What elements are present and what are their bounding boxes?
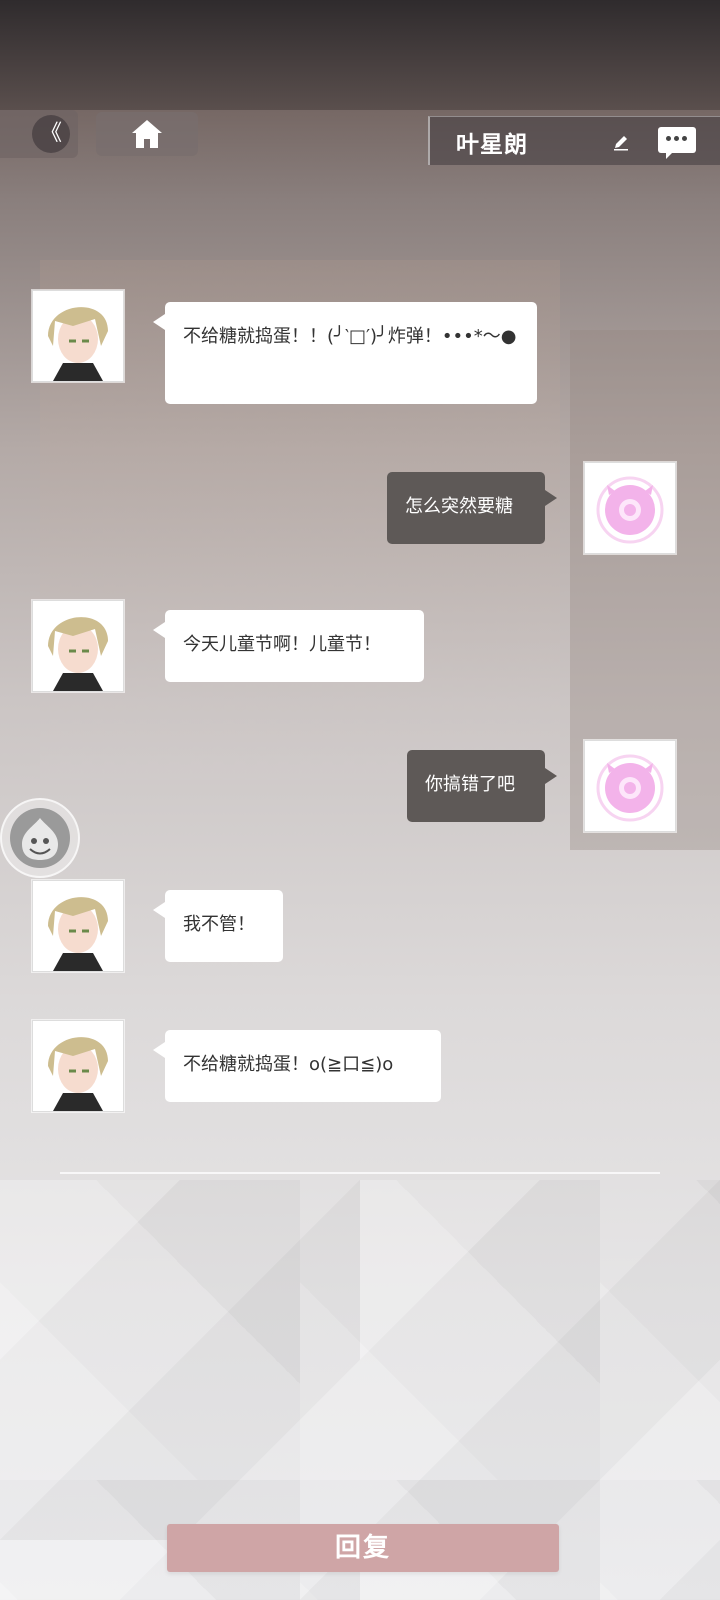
contact-avatar[interactable]	[32, 600, 124, 692]
message-text: 不给糖就捣蛋！！(╯‵□′)╯炸弹！•••*～●	[183, 326, 517, 347]
message-bubble: 不给糖就捣蛋！o(≧口≦)o	[153, 1030, 441, 1102]
message-text: 不给糖就捣蛋！o(≧口≦)o	[183, 1054, 394, 1075]
mascot-icon	[10, 808, 70, 868]
message-text: 怎么突然要糖	[405, 496, 513, 517]
contact-name: 叶星朗	[456, 132, 528, 158]
more-chat-icon[interactable]	[658, 127, 696, 159]
reply-button[interactable]: 回复	[167, 1524, 559, 1572]
contact-avatar[interactable]	[32, 1020, 124, 1112]
message-bubble: 不给糖就捣蛋！！(╯‵□′)╯炸弹！•••*～●	[153, 302, 537, 404]
message-bubble: 今天儿童节啊！儿童节！	[153, 610, 424, 682]
message-text: 今天儿童节啊！儿童节！	[183, 634, 381, 655]
pencil-icon[interactable]	[612, 133, 630, 151]
user-avatar[interactable]	[584, 740, 676, 832]
floating-assistant-button[interactable]	[0, 798, 80, 878]
home-icon	[132, 120, 162, 148]
contact-avatar[interactable]	[32, 880, 124, 972]
message-bubble: 你搞错了吧	[407, 750, 557, 822]
back-button[interactable]: 《	[0, 110, 78, 158]
double-chevron-left-icon: 《	[32, 115, 70, 153]
message-bubble: 怎么突然要糖	[387, 472, 557, 544]
chat-title-bar: 叶星朗	[428, 116, 720, 165]
divider	[60, 1172, 660, 1174]
user-avatar[interactable]	[584, 462, 676, 554]
message-text: 你搞错了吧	[425, 774, 515, 795]
contact-avatar[interactable]	[32, 290, 124, 382]
message-text: 我不管！	[183, 914, 255, 935]
message-bubble: 我不管！	[153, 890, 283, 962]
home-button[interactable]	[96, 112, 198, 156]
